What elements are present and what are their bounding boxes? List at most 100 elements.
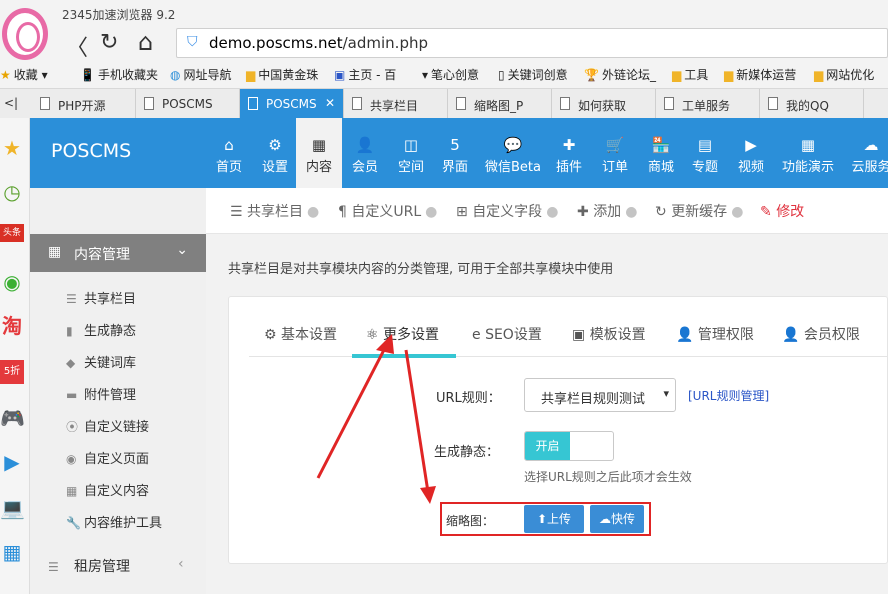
- nav-item-keywords[interactable]: ◆ 关键词库: [66, 352, 136, 371]
- bookmark-favorites[interactable]: ★ 收藏 ▾: [0, 66, 48, 83]
- tab-member-permission[interactable]: 👤 会员权限: [782, 324, 860, 344]
- menu-plugin[interactable]: ✚ 插件: [546, 118, 592, 188]
- table-icon: ▤: [697, 136, 713, 154]
- url-rule-label: URL规则：: [436, 391, 501, 406]
- calculator-icon[interactable]: ▦: [0, 540, 24, 564]
- nav-section-content[interactable]: ▦ 内容管理 ⌄: [30, 234, 206, 272]
- back-button[interactable]: 〈: [66, 30, 88, 62]
- cart-icon: 🛒: [605, 136, 625, 154]
- menu-shop[interactable]: 🏪 商城: [638, 118, 684, 188]
- wechat-icon: 💬: [503, 136, 523, 154]
- home-button[interactable]: ⌂: [138, 28, 153, 56]
- ie-icon: e: [472, 327, 481, 343]
- browser-tab-active[interactable]: POSCMS ✕: [240, 89, 344, 119]
- secure-shield-icon: ⛉: [187, 34, 198, 50]
- close-tab-icon[interactable]: ✕: [325, 96, 335, 110]
- bookmark-item[interactable]: 🏆 外链论坛_: [584, 66, 656, 83]
- quick-upload-button[interactable]: ☁快传: [590, 505, 644, 533]
- taobao-icon[interactable]: 淘: [0, 314, 24, 338]
- grid-icon: ▦: [66, 484, 78, 498]
- chevron-left-icon: ‹: [178, 556, 184, 572]
- browser-tab[interactable]: 我的QQ: [760, 89, 864, 119]
- circle-icon: ◉: [66, 452, 77, 466]
- brand-logo[interactable]: POSCMS: [51, 140, 131, 162]
- browser-tab[interactable]: POSCMS: [136, 89, 240, 119]
- tab-divider: [249, 356, 888, 357]
- tab-more-settings[interactable]: ⚛ 更多设置: [366, 324, 439, 344]
- nav-item-shared-column[interactable]: ☰ 共享栏目: [66, 288, 136, 307]
- computer-icon[interactable]: 💻: [0, 496, 25, 520]
- nav-section-rental[interactable]: ☰ 租房管理 ‹: [48, 556, 184, 576]
- menu-cloud[interactable]: ☁ 云服务: [846, 118, 888, 188]
- toolbar-custom-url[interactable]: ¶ 自定义URL ●: [338, 201, 441, 221]
- bookmark-item[interactable]: ▾ 笔心创意: [422, 66, 479, 83]
- bookmark-item[interactable]: ▆ 新媒体运营: [724, 66, 796, 83]
- nav-item-custom-content[interactable]: ▦ 自定义内容: [66, 480, 149, 499]
- tab-admin-permission[interactable]: 👤 管理权限: [676, 324, 754, 344]
- bookmark-item[interactable]: 📱 手机收藏夹: [80, 66, 158, 83]
- folder-icon: ▬: [66, 388, 78, 402]
- menu-wechat[interactable]: 💬 微信Beta: [484, 118, 542, 188]
- browser-tab[interactable]: PHP开源: [32, 89, 136, 119]
- nav-item-custom-link[interactable]: ⦿ 自定义链接: [66, 416, 149, 435]
- nav-section-title: 内容管理: [74, 247, 130, 263]
- plus-square-icon: ⊞: [456, 204, 468, 220]
- wrench-icon: 🔧: [66, 516, 81, 530]
- game-icon[interactable]: 🎮: [0, 406, 25, 430]
- list-icon: ☰: [66, 292, 77, 306]
- upload-button[interactable]: ⬆上传: [524, 505, 584, 533]
- menu-content[interactable]: ▦ 内容: [296, 118, 342, 188]
- image-icon: ▣: [572, 327, 586, 343]
- clock-icon[interactable]: ◷: [0, 180, 24, 204]
- bookmark-item[interactable]: ▆ 工具: [672, 66, 708, 83]
- bookmark-item[interactable]: ▯ 关键词创意: [498, 66, 568, 83]
- bookmark-item[interactable]: ◍ 网址导航: [170, 66, 232, 83]
- url-text: demo.poscms.net/admin.php: [209, 34, 428, 52]
- toolbar-add[interactable]: ✚ 添加 ●: [577, 201, 641, 221]
- browser-tab[interactable]: 缩略图_P: [448, 89, 552, 119]
- nav-item-custom-page[interactable]: ◉ 自定义页面: [66, 448, 149, 467]
- url-rule-manage-link[interactable]: [URL规则管理]: [688, 387, 769, 404]
- menu-home[interactable]: ⌂ 首页: [206, 118, 252, 188]
- nav-item-maintenance[interactable]: 🔧 内容维护工具: [66, 512, 162, 531]
- menu-space[interactable]: ◫ 空间: [388, 118, 434, 188]
- tab-template-settings[interactable]: ▣ 模板设置: [572, 324, 646, 344]
- address-bar[interactable]: ⛉ demo.poscms.net/admin.php: [176, 28, 888, 58]
- gear-icon: ⚙: [268, 136, 282, 154]
- menu-interface[interactable]: 5 界面: [432, 118, 478, 188]
- toutiao-icon[interactable]: 头条: [0, 224, 24, 242]
- bookmark-bar: ★ 收藏 ▾ 📱 手机收藏夹 ◍ 网址导航 ▆ 中国黄金珠 ▣ 主页 - 百 ▾ 笔心创意 …: [0, 62, 888, 86]
- tag-icon: ◆: [66, 356, 76, 370]
- menu-order[interactable]: 🛒 订单: [592, 118, 638, 188]
- static-toggle[interactable]: 开启: [524, 431, 614, 461]
- refresh-button[interactable]: ↻: [100, 30, 118, 55]
- menu-topic[interactable]: ▤ 专题: [682, 118, 728, 188]
- discount-icon[interactable]: 5折: [0, 360, 24, 384]
- browser-tab[interactable]: 如何获取: [552, 89, 656, 119]
- menu-video[interactable]: ▶ 视频: [728, 118, 774, 188]
- nav-item-attachments[interactable]: ▬ 附件管理: [66, 384, 136, 403]
- toolbar-refresh-cache[interactable]: ↻ 更新缓存 ●: [655, 201, 747, 221]
- active-tab-indicator: [352, 354, 456, 358]
- toolbar-custom-field[interactable]: ⊞ 自定义字段 ●: [456, 201, 562, 221]
- menu-settings[interactable]: ⚙ 设置: [252, 118, 298, 188]
- menu-member[interactable]: 👤 会员: [342, 118, 388, 188]
- user-icon: 👤: [782, 327, 800, 343]
- tab-scroll-left-icon[interactable]: <|: [4, 96, 18, 110]
- nav-item-generate-static[interactable]: ▮ 生成静态: [66, 320, 136, 339]
- tab-basic-settings[interactable]: ⚙ 基本设置: [264, 324, 337, 344]
- bookmark-item[interactable]: ▆ 中国黄金珠: [246, 66, 318, 83]
- toolbar-shared-column[interactable]: ☰ 共享栏目 ●: [230, 201, 323, 221]
- bookmark-item[interactable]: ▣ 主页 - 百: [334, 66, 396, 83]
- wechat-icon[interactable]: ◉: [0, 270, 24, 294]
- star-icon[interactable]: ★: [0, 136, 24, 160]
- toolbar-edit[interactable]: ✎ 修改: [760, 201, 804, 221]
- video-icon[interactable]: ▶: [0, 450, 24, 474]
- tab-seo-settings[interactable]: e SEO设置: [472, 324, 542, 344]
- menu-demo[interactable]: ▦ 功能演示: [778, 118, 838, 188]
- browser-tab[interactable]: 共享栏目: [344, 89, 448, 119]
- browser-tab[interactable]: 工单服务: [656, 89, 760, 119]
- url-rule-select[interactable]: 共享栏目规则测试: [524, 378, 676, 412]
- file-icon: ▮: [66, 324, 73, 338]
- bookmark-item[interactable]: ▆ 网站优化: [814, 66, 874, 83]
